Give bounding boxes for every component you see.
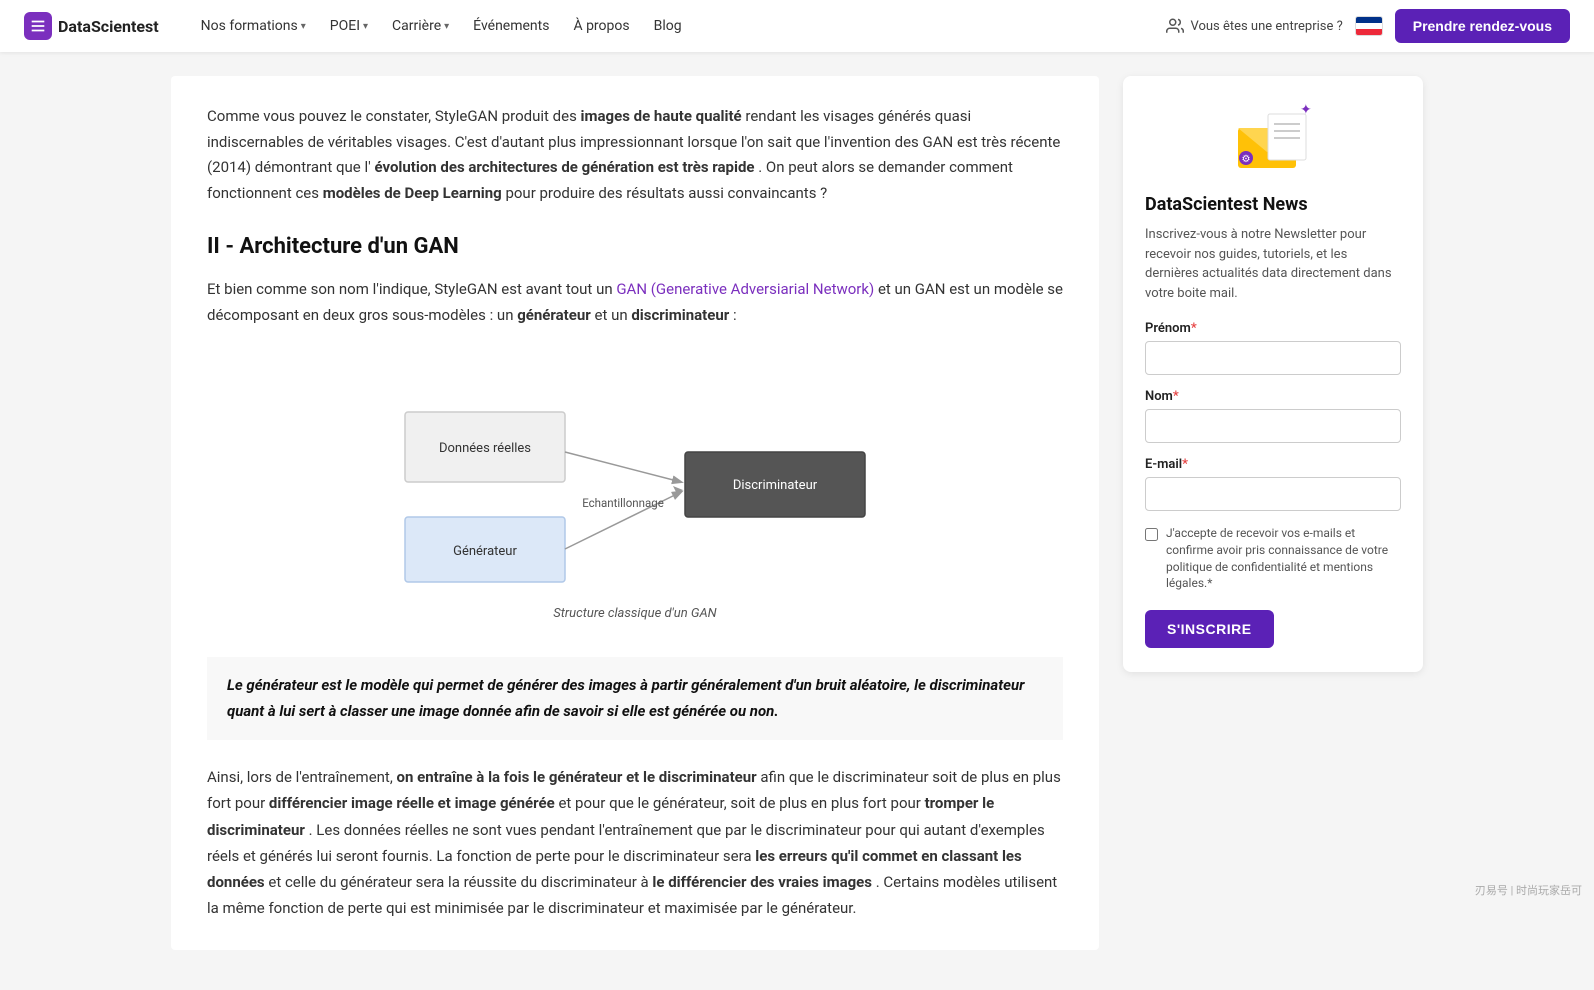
para1-suffix: : <box>733 306 737 324</box>
poei-caret: ▾ <box>363 21 368 32</box>
prenom-required: * <box>1191 321 1197 336</box>
sidebar: ✦ ⚙ DataScientest News Inscrivez-vous à … <box>1123 76 1423 950</box>
nav-right: Vous êtes une entreprise ? Prendre rende… <box>1166 9 1570 43</box>
intro-bold2: évolution des architectures de génératio… <box>374 158 754 176</box>
watermark: 刃易号 | 时尚玩家岳可 <box>1475 882 1582 898</box>
intro-bold3: modèles de Deep Learning <box>323 184 502 202</box>
highlight-block: Le générateur est le modèle qui permet d… <box>207 657 1063 740</box>
logo-text: DataScientest <box>58 17 159 36</box>
prenom-input[interactable] <box>1145 341 1401 375</box>
flag-icon[interactable] <box>1355 16 1383 36</box>
email-label: E-mail* <box>1145 457 1401 472</box>
intro-suffix: pour produire des résultats aussi convai… <box>505 184 827 202</box>
svg-text:Echantillonnage: Echantillonnage <box>582 496 664 510</box>
nom-label: Nom* <box>1145 389 1401 404</box>
gan-link[interactable]: GAN (Generative Adversiarial Network) <box>616 280 874 298</box>
svg-text:Discriminateur: Discriminateur <box>733 478 818 493</box>
intro-prefix: Comme vous pouvez le constater, StyleGAN… <box>207 107 581 125</box>
nav-apropos[interactable]: À propos <box>563 12 639 40</box>
logo-link[interactable]: DataScientest <box>24 12 159 40</box>
newsletter-icon-wrap: ✦ ⚙ <box>1145 100 1401 180</box>
diagram-container: Données réelles Générateur Discriminateu… <box>207 352 1063 641</box>
bottom-bold1: on entraîne à la fois le générateur et l… <box>397 768 757 786</box>
formations-caret: ▾ <box>301 21 306 32</box>
main-content: Comme vous pouvez le constater, StyleGAN… <box>171 76 1099 950</box>
prenom-group: Prénom* <box>1145 321 1401 375</box>
nav-formations[interactable]: Nos formations ▾ <box>191 12 316 40</box>
svg-text:Générateur: Générateur <box>453 544 517 559</box>
highlight-text: Le générateur est le modèle qui permet d… <box>227 673 1043 724</box>
consent-required: * <box>1207 576 1212 590</box>
gan-diagram: Données réelles Générateur Discriminateu… <box>375 352 895 596</box>
nav-evenements[interactable]: Événements <box>463 12 559 40</box>
newsletter-title: DataScientest News <box>1145 194 1401 215</box>
newsletter-desc: Inscrivez-vous à notre Newsletter pour r… <box>1145 225 1401 303</box>
section-title: II - Architecture d'un GAN <box>207 234 1063 259</box>
bottom-mid2: et pour que le générateur, soit de plus … <box>558 794 924 812</box>
consent-checkbox[interactable] <box>1145 528 1158 541</box>
cta-button[interactable]: Prendre rendez-vous <box>1395 9 1570 43</box>
consent-label: J'accepte de recevoir vos e-mails et con… <box>1166 525 1401 592</box>
page-wrapper: Comme vous pouvez le constater, StyleGAN… <box>147 52 1447 990</box>
newsletter-card: ✦ ⚙ DataScientest News Inscrivez-vous à … <box>1123 76 1423 672</box>
svg-text:Données réelles: Données réelles <box>439 441 531 456</box>
navbar: DataScientest Nos formations ▾ POEI ▾ Ca… <box>0 0 1594 52</box>
enterprise-label: Vous êtes une entreprise ? <box>1190 19 1342 34</box>
intro-paragraph: Comme vous pouvez le constater, StyleGAN… <box>207 104 1063 206</box>
checkbox-group: J'accepte de recevoir vos e-mails et con… <box>1145 525 1401 592</box>
para1-prefix: Et bien comme son nom l'indique, StyleGA… <box>207 280 616 298</box>
bottom-bold5: le différencier des vraies images <box>652 873 872 891</box>
nav-links: Nos formations ▾ POEI ▾ Carrière ▾ Événe… <box>191 12 1167 40</box>
email-group: E-mail* <box>1145 457 1401 511</box>
logo-icon <box>24 12 52 40</box>
newsletter-illustration: ✦ ⚙ <box>1228 100 1318 180</box>
diagram-caption: Structure classique d'un GAN <box>553 606 716 621</box>
intro-bold1: images de haute qualité <box>581 107 742 125</box>
nom-group: Nom* <box>1145 389 1401 443</box>
para1-bold2: discriminateur <box>631 306 729 324</box>
svg-text:⚙: ⚙ <box>1242 154 1251 165</box>
bottom-bold2: différencier image réelle et image génér… <box>269 794 555 812</box>
newsletter-form: Prénom* Nom* E-mail* <box>1145 321 1401 648</box>
section-para1: Et bien comme son nom l'indique, StyleGA… <box>207 277 1063 328</box>
bottom-mid4: et celle du générateur sera la réussite … <box>268 873 652 891</box>
nom-input[interactable] <box>1145 409 1401 443</box>
bottom-paragraph: Ainsi, lors de l'entraînement, on entraî… <box>207 764 1063 922</box>
bottom-prefix: Ainsi, lors de l'entraînement, <box>207 768 397 786</box>
prenom-label: Prénom* <box>1145 321 1401 336</box>
nav-carriere[interactable]: Carrière ▾ <box>382 12 459 40</box>
enterprise-link[interactable]: Vous êtes une entreprise ? <box>1166 17 1342 35</box>
email-input[interactable] <box>1145 477 1401 511</box>
nav-blog[interactable]: Blog <box>644 12 692 40</box>
para1-bold1: générateur <box>517 306 591 324</box>
nom-required: * <box>1173 389 1179 404</box>
carriere-caret: ▾ <box>444 21 449 32</box>
para1-middle2: et un <box>594 306 631 324</box>
email-required: * <box>1182 457 1188 472</box>
nav-poei[interactable]: POEI ▾ <box>320 12 378 40</box>
svg-text:✦: ✦ <box>1300 102 1312 118</box>
subscribe-button[interactable]: S'INSCRIRE <box>1145 610 1274 648</box>
